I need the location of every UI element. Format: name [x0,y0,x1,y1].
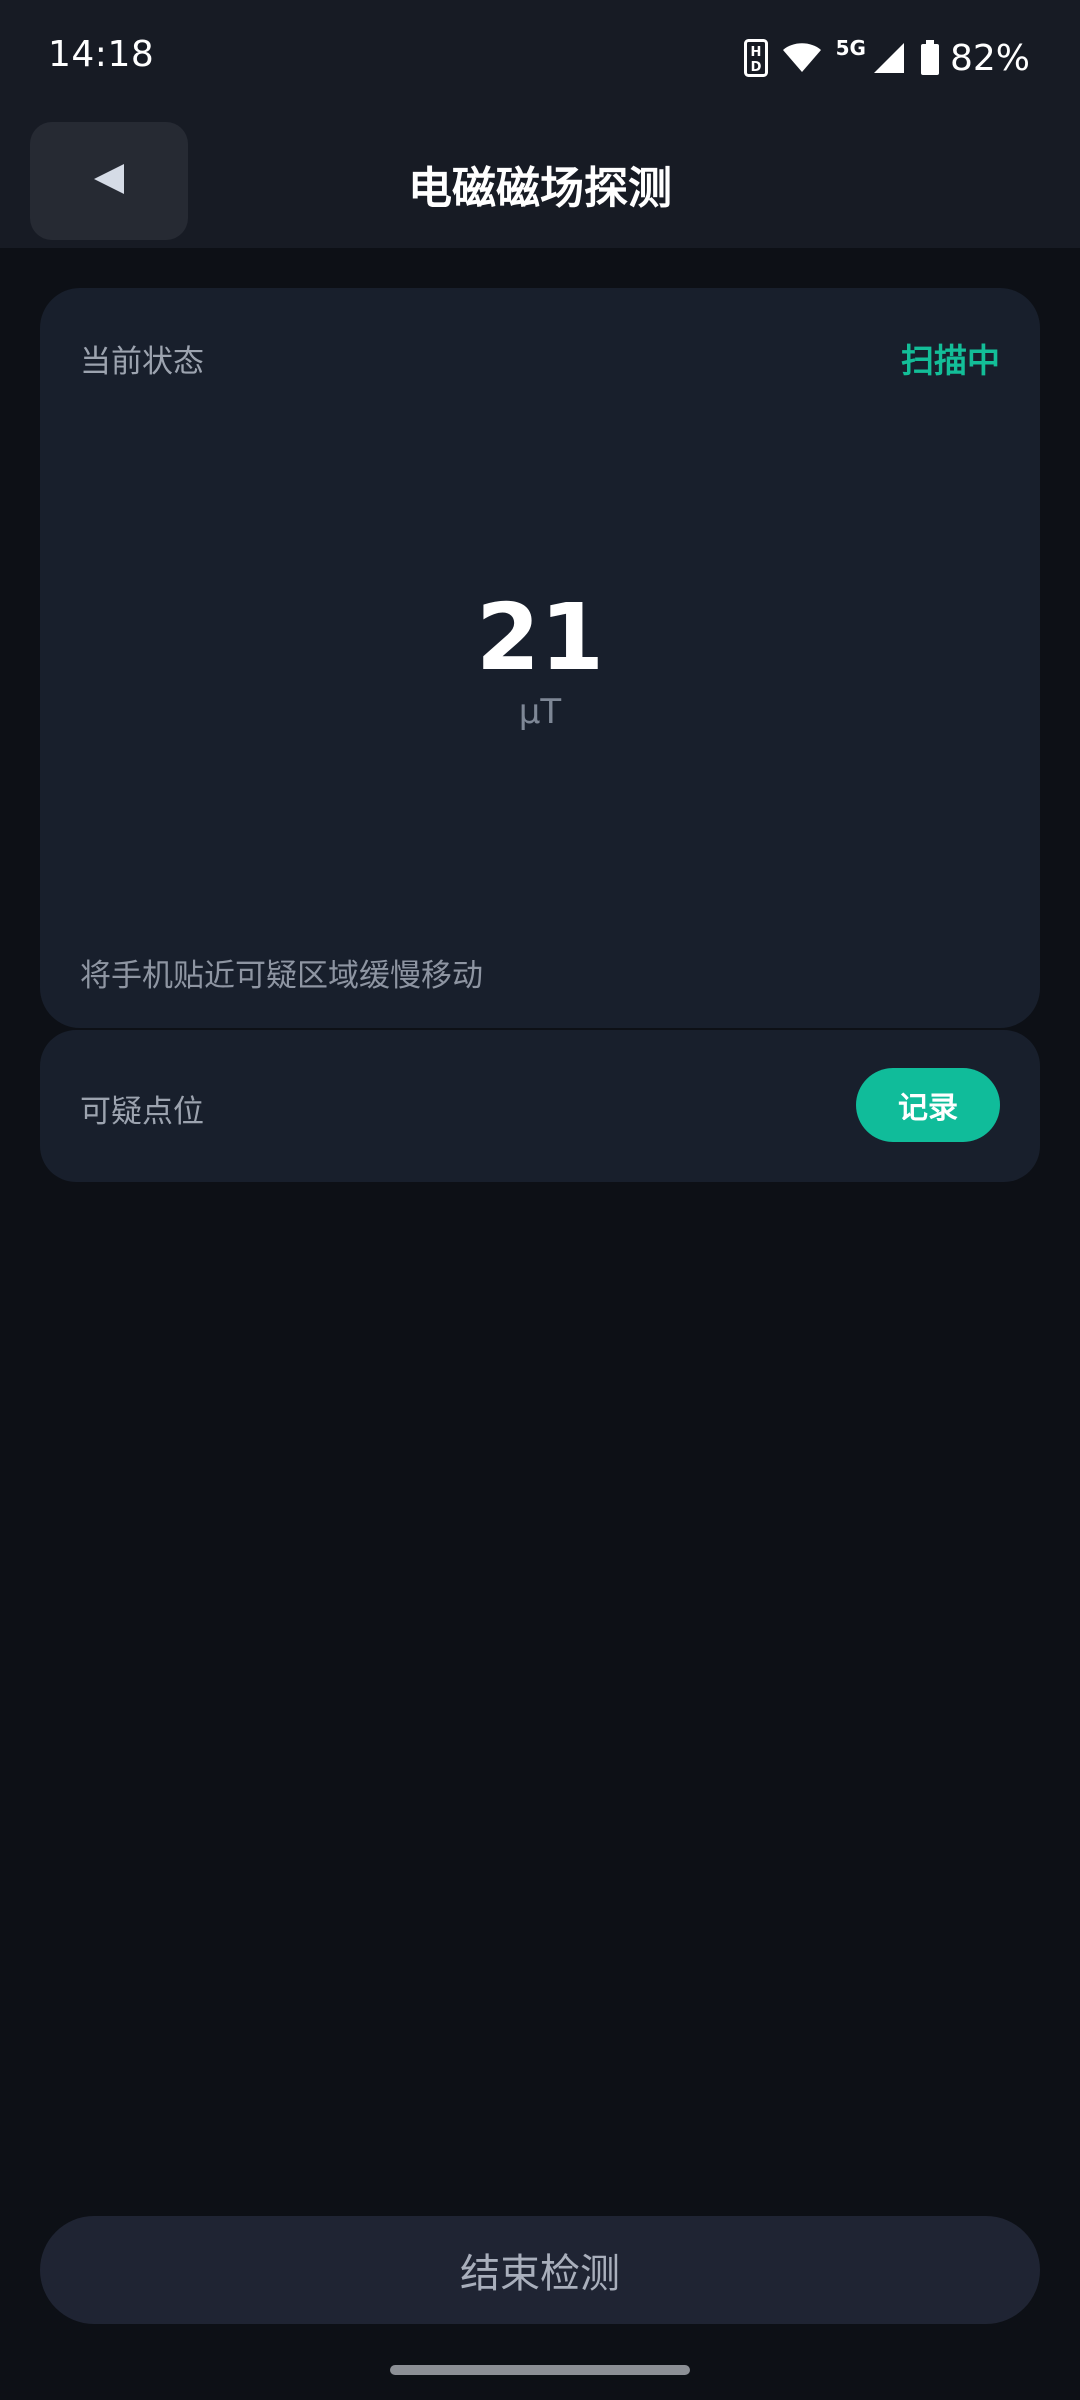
header: 电磁磁场探测 [0,110,1080,248]
reading-card: 当前状态 扫描中 21 μT 将手机贴近可疑区域缓慢移动 [40,288,1040,1028]
network-type: 5G [835,36,866,60]
end-detection-button[interactable]: 结束检测 [40,2216,1040,2324]
app-root: 14:18 H D 5G 82% 电磁磁场探测 当前状态 扫描中 21 μT 将… [0,0,1080,2400]
status-bar: 14:18 H D 5G 82% [0,0,1080,110]
top-area: 14:18 H D 5G 82% 电磁磁场探测 [0,0,1080,248]
hd-icon: H D [743,39,768,77]
signal-icon [872,41,906,75]
battery-icon [920,40,940,76]
battery-percent: 82% [949,37,1030,79]
status-icons: H D 5G 82% [743,34,1030,82]
scan-status-badge: 扫描中 [901,341,1000,380]
svg-text:H: H [750,45,761,60]
svg-text:D: D [750,60,761,75]
usage-hint: 将手机贴近可疑区域缓慢移动 [80,958,483,994]
home-indicator[interactable] [390,2365,690,2375]
wifi-icon [782,42,822,74]
record-button[interactable]: 记录 [856,1068,1000,1142]
field-reading-unit: μT [518,692,562,732]
current-status-label: 当前状态 [80,344,204,380]
page-title: 电磁磁场探测 [408,163,672,214]
suspicious-points-label: 可疑点位 [80,1094,204,1130]
status-time: 14:18 [48,34,155,75]
field-reading-value: 21 [475,584,605,691]
suspicious-points-card: 可疑点位 记录 [40,1030,1040,1182]
